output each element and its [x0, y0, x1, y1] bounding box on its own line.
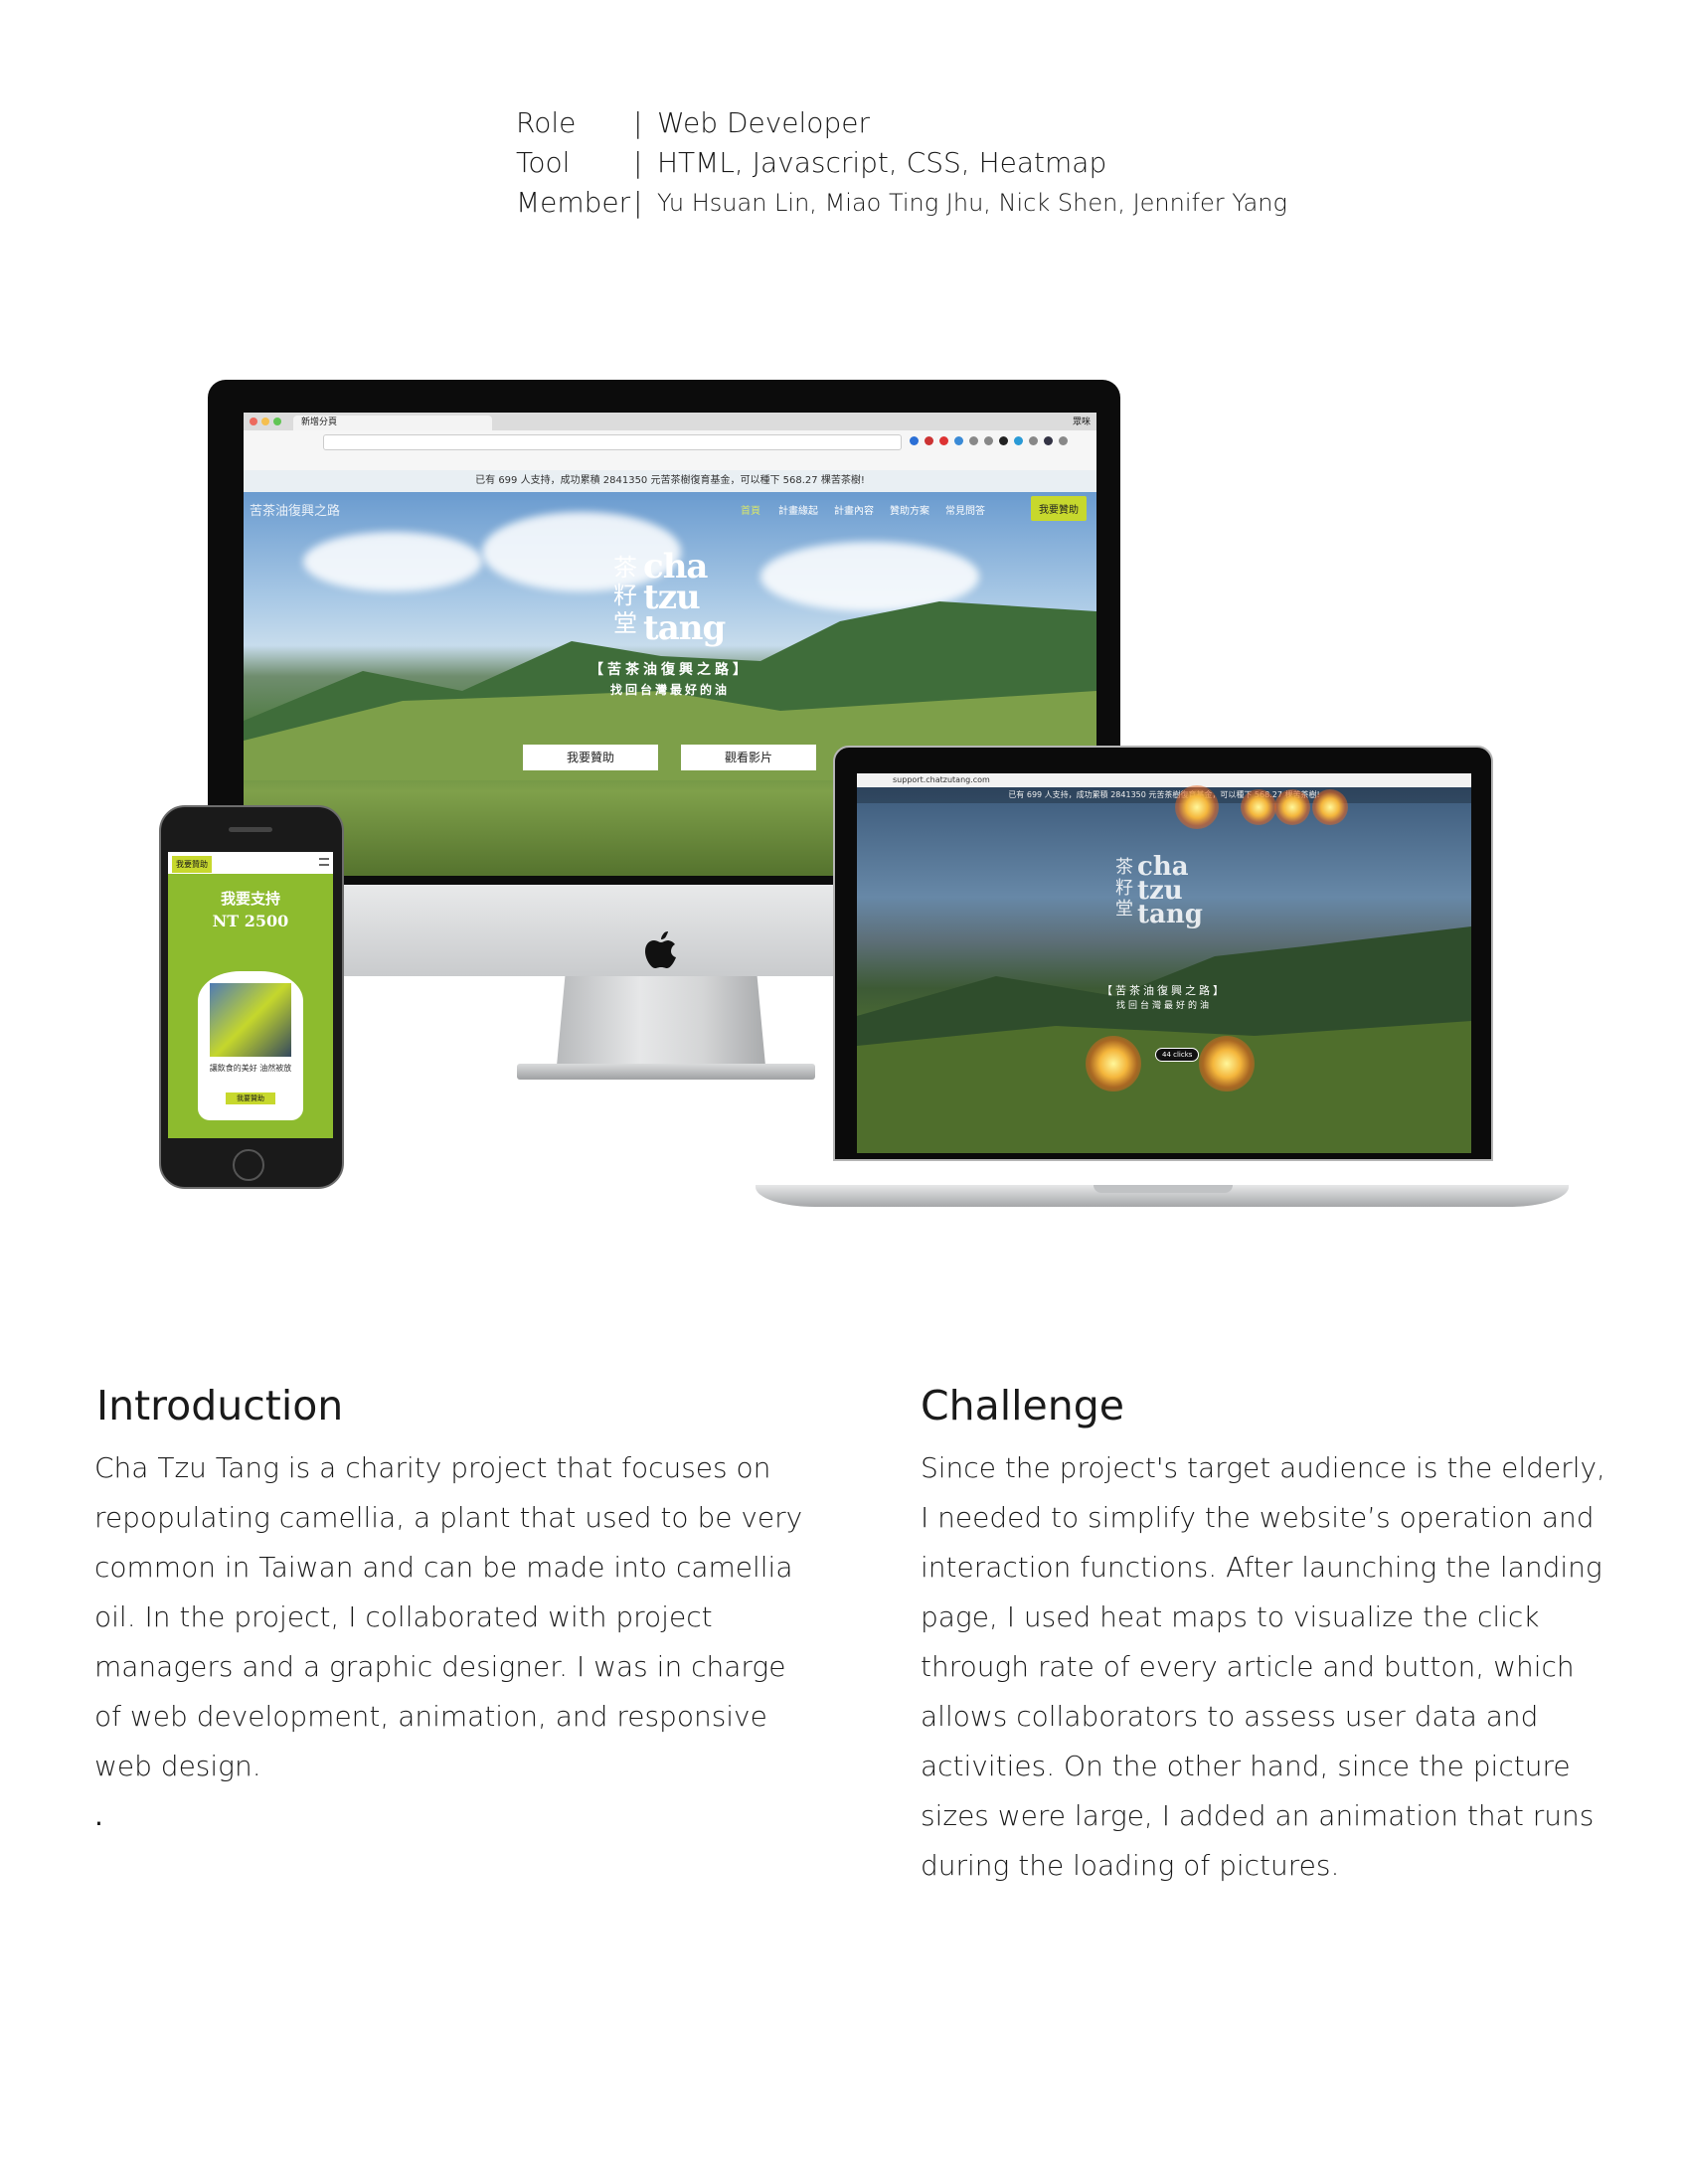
hero-tagline: 找回台灣最好的油	[1115, 1001, 1212, 1011]
nav-item-origin[interactable]: 計畫緣起	[778, 502, 818, 517]
close-dot-icon	[250, 418, 257, 425]
heatmap-hotspot	[1241, 789, 1276, 825]
iphone-home-button	[233, 1149, 264, 1181]
challenge-body: Since the project's target audience is t…	[921, 1451, 1605, 1882]
extension-icon	[925, 436, 933, 445]
hero-subtitle: 【苦茶油復興之路】	[1101, 984, 1227, 997]
extension-icon	[984, 436, 993, 445]
cloud	[303, 532, 482, 591]
heatmap-hotspot	[1199, 1036, 1255, 1092]
phone-price: NT 2500	[212, 912, 289, 930]
extension-icon	[1044, 436, 1053, 445]
imac-stand-base	[517, 1064, 815, 1080]
challenge-title: Challenge	[921, 1382, 1124, 1429]
browser-user: 眾咪	[1072, 418, 1091, 427]
extension-icon	[939, 436, 948, 445]
logo-chinese: 茶籽堂	[613, 554, 637, 637]
nav-item-plans[interactable]: 贊助方案	[890, 502, 929, 517]
product-image	[210, 983, 291, 1057]
meta-member: Member | Yu Hsuan Lin, Miao Ting Jhu, Ni…	[516, 183, 1287, 223]
phone-header: 我要贊助	[168, 852, 333, 874]
brand-logo: 茶籽堂 cha tzu tang	[613, 547, 753, 648]
site-support-banner: 已有 699 人支持，成功累積 2841350 元苦茶樹復育基金，可以種下 56…	[244, 470, 1096, 492]
maximize-dot-icon	[273, 418, 281, 425]
meta-separator: |	[633, 106, 643, 139]
extension-icon	[1059, 436, 1068, 445]
project-meta: Role | Web Developer Tool | HTML, Javasc…	[516, 103, 1287, 223]
meta-key: Member	[516, 186, 631, 219]
iphone-speaker	[229, 827, 272, 832]
heatmap-hero: 已有 699 人支持，成功累積 2841350 元苦茶樹復育基金，可以種下 56…	[857, 785, 1471, 1153]
meta-separator: |	[633, 146, 643, 179]
product-description: 讓飲食的美好 油然被放	[209, 1064, 292, 1073]
hamburger-menu-icon[interactable]	[319, 858, 329, 866]
introduction-section: Introduction Cha Tzu Tang is a charity p…	[94, 1380, 810, 1841]
challenge-section: Challenge Since the project's target aud…	[921, 1380, 1616, 1891]
device-mockup: 新增分頁 眾咪 已有 699 人支持，成功累積 2841350 元苦茶樹復育基金…	[0, 358, 1683, 1253]
meta-tool: Tool | HTML, Javascript, CSS, Heatmap	[516, 143, 1287, 183]
heatmap-hotspot	[1175, 785, 1219, 829]
macbook-url-bar: support.chatzutang.com	[857, 773, 1471, 787]
heatmap-banner: 已有 699 人支持，成功累積 2841350 元苦茶樹復育基金，可以種下 56…	[857, 787, 1471, 803]
hero-subtitle: 【苦茶油復興之路】	[589, 662, 751, 678]
introduction-trailing: .	[94, 1799, 103, 1832]
meta-value: HTML, Javascript, CSS, Heatmap	[657, 146, 1107, 179]
browser-address-bar	[244, 430, 1096, 453]
hero-sponsor-button[interactable]: 我要贊助	[523, 745, 658, 770]
extension-icon	[969, 436, 978, 445]
nav-item-home[interactable]: 首頁	[741, 502, 760, 517]
meta-separator: |	[633, 186, 643, 219]
extension-icon	[1029, 436, 1038, 445]
macbook-screen: support.chatzutang.com 已有 699 人支持，成功累積 2…	[857, 773, 1471, 1153]
meta-role: Role | Web Developer	[516, 103, 1287, 143]
mountain-illustration	[857, 926, 1471, 1153]
bookmarks-bar	[244, 452, 1096, 471]
extension-icon	[999, 436, 1008, 445]
url-field	[323, 434, 902, 450]
introduction-body: Cha Tzu Tang is a charity project that f…	[94, 1451, 803, 1782]
nav-item-content[interactable]: 計畫內容	[834, 502, 874, 517]
logo-english: cha tzu tang	[1137, 852, 1203, 929]
heatmap-hotspot	[1312, 789, 1348, 825]
meta-value: Web Developer	[657, 106, 870, 139]
logo-english: cha tzu tang	[643, 547, 726, 648]
site-logo[interactable]: 苦茶油復興之路	[250, 500, 340, 519]
nav-item-faq[interactable]: 常見問答	[945, 502, 985, 517]
extension-icon	[910, 436, 919, 445]
clicks-badge: 44 clicks	[1155, 1048, 1200, 1062]
nav-sponsor-button[interactable]: 我要贊助	[1031, 496, 1087, 521]
site-nav: 苦茶油復興之路 首頁 計畫緣起 計畫內容 贊助方案 常見問答 我要贊助	[244, 492, 1096, 526]
apple-logo-icon	[645, 931, 676, 968]
phone-sponsor-button[interactable]: 我要贊助	[172, 856, 212, 873]
heatmap-hotspot	[1274, 789, 1310, 825]
meta-key: Role	[516, 106, 577, 139]
extension-icons	[910, 436, 1089, 446]
browser-tab-bar: 新增分頁 眾咪	[244, 413, 1096, 430]
meta-key: Tool	[516, 146, 571, 179]
extension-icon	[1014, 436, 1023, 445]
imac-stand	[557, 976, 765, 1066]
introduction-title: Introduction	[96, 1382, 344, 1429]
hero-video-button[interactable]: 觀看影片	[681, 745, 816, 770]
phone-heading: 我要支持	[220, 890, 280, 908]
product-sponsor-button[interactable]: 我要贊助	[226, 1092, 275, 1104]
product-card: 讓飲食的美好 油然被放 我要贊助	[198, 971, 303, 1120]
iphone-screen: 我要贊助 我要支持 NT 2500 讓飲食的美好 油然被放 我要贊助	[168, 852, 333, 1138]
extension-icon	[954, 436, 963, 445]
browser-tab: 新增分頁	[293, 416, 492, 430]
hero-tagline: 找回台灣最好的油	[609, 683, 730, 697]
macbook-notch	[1094, 1185, 1233, 1193]
heatmap-hotspot	[1086, 1036, 1141, 1092]
logo-chinese: 茶籽堂	[1115, 857, 1133, 920]
minimize-dot-icon	[261, 418, 269, 425]
meta-value: Yu Hsuan Lin, Miao Ting Jhu, Nick Shen, …	[657, 189, 1287, 217]
